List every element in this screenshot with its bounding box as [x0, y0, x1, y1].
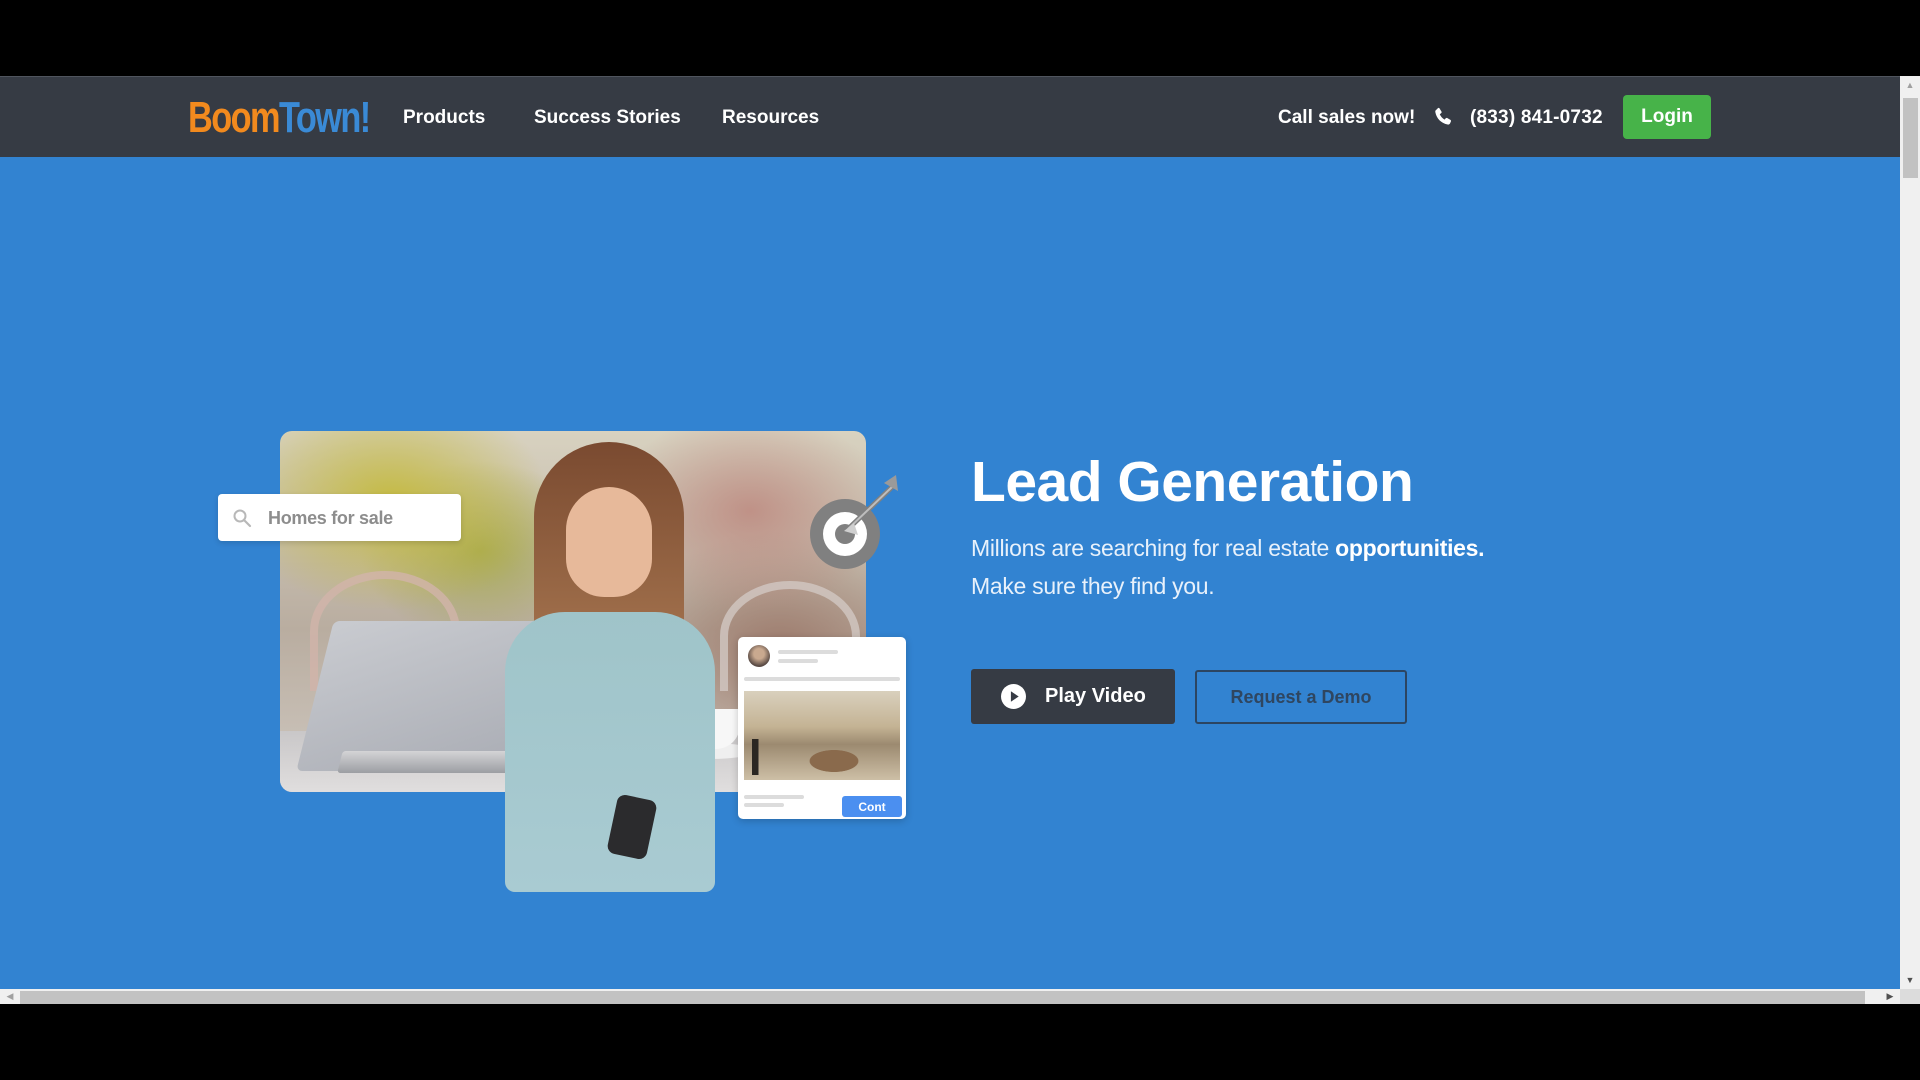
placeholder-line — [744, 803, 784, 807]
play-video-label: Play Video — [1045, 685, 1146, 707]
hero-subtitle: Millions are searching for real estate o… — [971, 529, 1485, 605]
hero-title: Lead Generation — [971, 450, 1414, 514]
search-placeholder-text: Homes for sale — [268, 508, 393, 528]
request-demo-button[interactable]: Request a Demo — [1195, 670, 1407, 724]
avatar — [748, 645, 770, 667]
top-black-bar — [0, 0, 1920, 76]
logo-boom: Boom — [188, 93, 281, 142]
hero-subtitle-regular: Millions are searching for real estate — [971, 535, 1336, 561]
hero-subtitle-bold: opportunities. — [1335, 535, 1485, 561]
vertical-scroll-thumb[interactable] — [1903, 98, 1918, 178]
scroll-down-arrow-icon[interactable]: ▼ — [1900, 971, 1920, 989]
illustration-search-box: Homes for sale — [218, 494, 461, 541]
play-video-button[interactable]: Play Video — [971, 669, 1175, 724]
browser-viewport: Boom Town! Products Success Stories Resou… — [0, 76, 1920, 1004]
nav-products[interactable]: Products — [403, 103, 485, 133]
logo-town: Town! — [278, 93, 371, 142]
illustration-listing-card: Cont — [738, 637, 906, 819]
placeholder-line — [744, 795, 804, 799]
scroll-up-arrow-icon[interactable]: ▲ — [1900, 76, 1920, 94]
placeholder-line — [744, 677, 900, 681]
top-navigation: Boom Town! Products Success Stories Resou… — [0, 76, 1900, 157]
horizontal-scrollbar[interactable]: ◀ ▶ — [0, 989, 1900, 1004]
login-button[interactable]: Login — [1623, 95, 1711, 139]
boomtown-logo[interactable]: Boom Town! — [188, 93, 371, 143]
listing-contact-button: Cont — [842, 796, 902, 817]
sales-phone-number[interactable]: (833) 841-0732 — [1470, 103, 1603, 133]
scroll-right-arrow-icon[interactable]: ▶ — [1880, 989, 1900, 1004]
scrollbar-corner — [1900, 989, 1920, 1004]
hero-subtitle-line2: Make sure they find you. — [971, 573, 1215, 599]
call-sales-text: Call sales now! — [1278, 107, 1416, 128]
hero-section: Homes for sale Cont Lead Generation Mill… — [0, 157, 1900, 989]
nav-success-stories[interactable]: Success Stories — [534, 103, 681, 133]
placeholder-line — [778, 650, 838, 654]
target-icon — [810, 475, 898, 569]
nav-resources[interactable]: Resources — [722, 103, 819, 133]
bottom-black-bar — [0, 1004, 1920, 1080]
placeholder-line — [778, 659, 818, 663]
play-icon — [1001, 684, 1026, 709]
horizontal-scroll-thumb[interactable] — [20, 991, 1865, 1004]
phone-icon — [1435, 107, 1452, 125]
search-icon — [233, 509, 252, 528]
vertical-scrollbar[interactable]: ▲ ▼ — [1900, 76, 1920, 989]
woman-face — [566, 487, 652, 597]
listing-photo — [744, 691, 900, 780]
scroll-left-arrow-icon[interactable]: ◀ — [0, 989, 20, 1004]
